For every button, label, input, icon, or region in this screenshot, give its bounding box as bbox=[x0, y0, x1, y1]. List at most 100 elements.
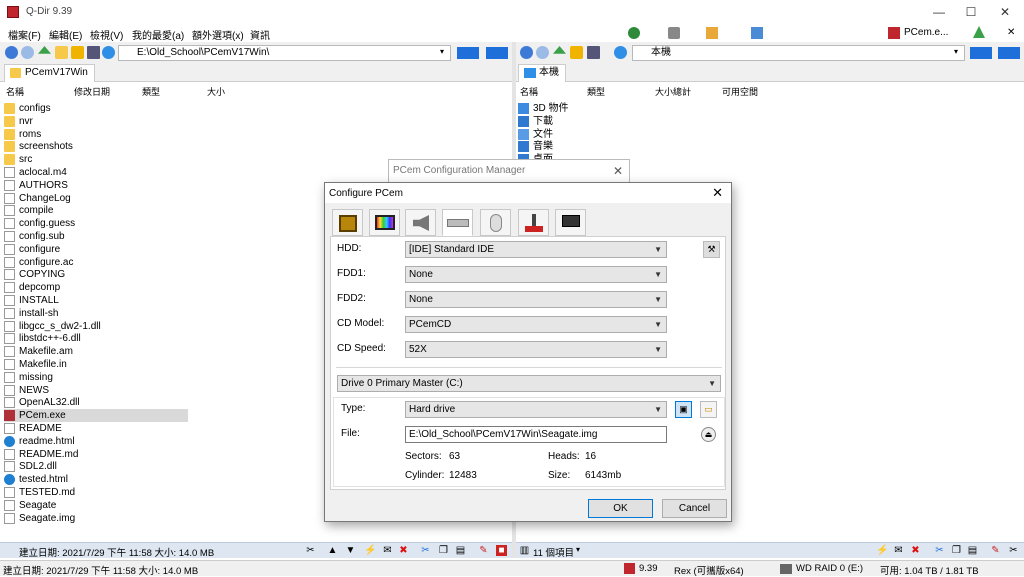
list-item[interactable]: 音樂 bbox=[518, 140, 702, 153]
menu-file[interactable]: 檔案(F) bbox=[8, 27, 41, 42]
col-size[interactable]: 大小 bbox=[207, 85, 225, 98]
list-item[interactable]: src bbox=[4, 153, 188, 166]
globe-icon[interactable] bbox=[628, 27, 640, 39]
layout-icon[interactable] bbox=[751, 27, 763, 39]
highlight-icon[interactable]: ✎ bbox=[478, 545, 489, 556]
col-free-space[interactable]: 可用空間 bbox=[722, 85, 758, 98]
list-item[interactable]: Seagate.img bbox=[4, 512, 188, 525]
col-name[interactable]: 名稱 bbox=[6, 85, 24, 98]
menu-edit[interactable]: 編輯(E) bbox=[49, 27, 82, 42]
file-path-field[interactable]: E:\Old_School\PCemV17Win\Seagate.img bbox=[405, 426, 667, 443]
cut-icon[interactable]: ✂ bbox=[934, 545, 945, 556]
arrow-down-icon[interactable]: ▼ bbox=[345, 545, 356, 556]
cd-model-select[interactable]: PCemCD ▼ bbox=[405, 316, 667, 333]
list-item[interactable]: compile bbox=[4, 204, 188, 217]
list-item[interactable]: 下載 bbox=[518, 115, 702, 128]
copy-icon[interactable]: ❐ bbox=[438, 545, 449, 556]
panel-icon[interactable]: ▥ bbox=[519, 545, 530, 556]
tab-display[interactable] bbox=[369, 209, 400, 236]
col-type[interactable]: 類型 bbox=[142, 85, 160, 98]
col-modified[interactable]: 修改日期 bbox=[74, 85, 110, 98]
tab-sound[interactable] bbox=[405, 209, 436, 236]
tab-storage[interactable] bbox=[442, 209, 473, 236]
refresh-icon[interactable] bbox=[102, 46, 115, 59]
list-item[interactable]: config.sub bbox=[4, 230, 188, 243]
copy-icon[interactable]: ❐ bbox=[951, 545, 962, 556]
list-item[interactable]: AUTHORS bbox=[4, 179, 188, 192]
list-item[interactable]: SDL2.dll bbox=[4, 460, 188, 473]
up-icon[interactable] bbox=[553, 46, 566, 54]
favorites-icon[interactable] bbox=[570, 46, 583, 59]
list-item[interactable]: 3D 物件 bbox=[518, 102, 702, 115]
list-item[interactable]: 文件 bbox=[518, 128, 702, 141]
eject-button[interactable]: ⏏ bbox=[701, 427, 716, 442]
tab-network[interactable] bbox=[555, 209, 586, 236]
list-item[interactable]: configure bbox=[4, 243, 188, 256]
col-type[interactable]: 類型 bbox=[587, 85, 605, 98]
drive-select[interactable]: Drive 0 Primary Master (C:) ▼ bbox=[337, 375, 721, 392]
list-item[interactable]: README bbox=[4, 422, 188, 435]
list-item[interactable]: OpenAL32.dll bbox=[4, 396, 188, 409]
list-item[interactable]: aclocal.m4 bbox=[4, 166, 188, 179]
menu-view[interactable]: 檢視(V) bbox=[90, 27, 123, 42]
list-item[interactable]: config.guess bbox=[4, 217, 188, 230]
ok-button[interactable]: OK bbox=[588, 499, 653, 518]
list-item[interactable]: roms bbox=[4, 128, 188, 141]
tools-icon[interactable]: ✂ bbox=[1008, 545, 1019, 556]
delete-icon[interactable]: ✖ bbox=[398, 545, 409, 556]
close-button[interactable]: ✕ bbox=[988, 0, 1022, 24]
close-icon[interactable]: ✕ bbox=[613, 164, 623, 178]
list-item[interactable]: ChangeLog bbox=[4, 192, 188, 205]
list-item[interactable]: configs bbox=[4, 102, 188, 115]
refresh-icon[interactable] bbox=[614, 46, 627, 59]
menu-favorites[interactable]: 我的最愛(a) bbox=[132, 27, 184, 42]
minimize-button[interactable]: — bbox=[922, 0, 956, 24]
chevron-down-icon[interactable]: ▾ bbox=[440, 47, 444, 56]
maximize-button[interactable]: ☐ bbox=[954, 0, 988, 24]
back-icon[interactable] bbox=[5, 46, 18, 59]
delete-icon[interactable]: ✖ bbox=[910, 545, 921, 556]
open-folder-button[interactable]: ▭ bbox=[700, 401, 717, 418]
list-item[interactable]: NEWS bbox=[4, 384, 188, 397]
type-select[interactable]: Hard drive ▼ bbox=[405, 401, 667, 418]
chevron-down-icon[interactable]: ▾ bbox=[954, 47, 958, 56]
list-item[interactable]: tested.html bbox=[4, 473, 188, 486]
paste-icon[interactable]: ▤ bbox=[967, 545, 978, 556]
layout-mode-icon[interactable] bbox=[486, 47, 508, 59]
chevron-down-icon[interactable]: ▾ bbox=[576, 545, 580, 554]
arrow-up-icon[interactable]: ▲ bbox=[327, 545, 338, 556]
forward-icon[interactable] bbox=[536, 46, 549, 59]
menu-extras[interactable]: 額外選項(x) bbox=[192, 27, 244, 42]
tab-machine[interactable] bbox=[332, 209, 363, 236]
cd-speed-select[interactable]: 52X ▼ bbox=[405, 341, 667, 358]
menu-info[interactable]: 資訊 bbox=[250, 27, 270, 42]
tab-pcemv17win[interactable]: PCemV17Win bbox=[4, 64, 95, 82]
settings-icon[interactable] bbox=[668, 27, 680, 39]
active-program-label[interactable]: PCem.e... bbox=[904, 27, 948, 38]
favorites-icon[interactable] bbox=[71, 46, 84, 59]
cut-icon[interactable]: ✂ bbox=[420, 545, 431, 556]
flash-icon[interactable]: ⚡ bbox=[876, 545, 888, 556]
view-icon[interactable] bbox=[587, 46, 600, 59]
configure-hdd-button[interactable]: ⚒ bbox=[703, 241, 720, 258]
list-item[interactable]: install-sh bbox=[4, 307, 188, 320]
list-item[interactable]: libstdc++-6.dll bbox=[4, 332, 188, 345]
list-item[interactable]: configure.ac bbox=[4, 256, 188, 269]
forward-icon[interactable] bbox=[21, 46, 34, 59]
star-icon[interactable] bbox=[706, 27, 718, 39]
list-item[interactable]: COPYING bbox=[4, 268, 188, 281]
folder-icon[interactable] bbox=[55, 46, 68, 59]
address-bar[interactable]: E:\Old_School\PCemV17Win\ bbox=[118, 45, 451, 61]
list-item[interactable]: missing bbox=[4, 371, 188, 384]
dialog-close-button[interactable]: ✕ bbox=[712, 185, 723, 201]
list-item[interactable]: Makefile.am bbox=[4, 345, 188, 358]
list-item[interactable]: README.md bbox=[4, 448, 188, 461]
list-item[interactable]: Makefile.in bbox=[4, 358, 188, 371]
mail-icon[interactable]: ✉ bbox=[893, 545, 904, 556]
mail-icon[interactable]: ✉ bbox=[382, 545, 393, 556]
col-total-size[interactable]: 大小總計 bbox=[655, 85, 691, 98]
fdd1-select[interactable]: None ▼ bbox=[405, 266, 667, 283]
list-item[interactable]: depcomp bbox=[4, 281, 188, 294]
up-icon[interactable] bbox=[38, 46, 51, 54]
cancel-button[interactable]: Cancel bbox=[662, 499, 727, 518]
